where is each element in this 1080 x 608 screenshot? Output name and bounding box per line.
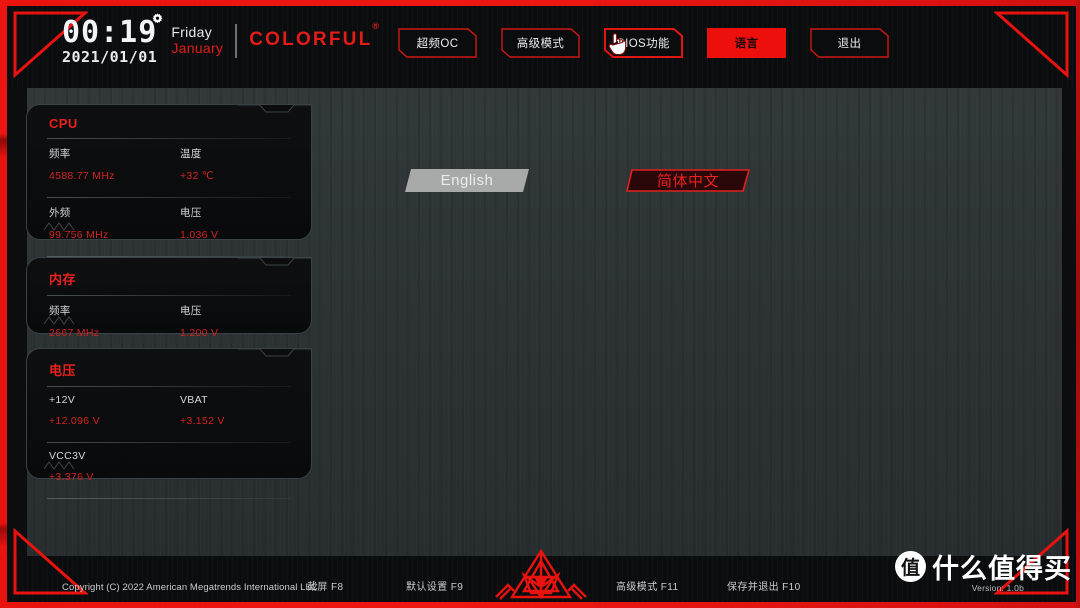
metric-value: 2667 MHz <box>49 327 100 339</box>
metric-value: 1.200 V <box>180 327 219 339</box>
clock-time: 00:19 <box>62 15 158 50</box>
metric-rail-vcc3v: VCC3V +3.376 V <box>27 450 158 483</box>
metric-value: 99.756 MHz <box>49 229 109 241</box>
metric-value: 4588.77 MHz <box>49 170 115 182</box>
panel-title: 内存 <box>49 272 76 287</box>
weekday-month-block: Friday January <box>171 24 223 56</box>
metric-label: 外频 <box>49 207 71 219</box>
bios-version-label: Version: 1.0b <box>971 583 1024 593</box>
metric-memory-voltage: 电压 1.200 V <box>158 303 289 339</box>
panel-cpu: CPU 频率 4588.77 MHz 温度 +32 ℃ 外频 99.756 MH… <box>26 104 312 257</box>
month-label: January <box>171 40 224 57</box>
nav-label: 语言 <box>734 38 759 50</box>
metric-label: VCC3V <box>49 450 86 462</box>
nav-label: 超频OC <box>416 38 459 50</box>
metric-cpu-voltage: 电压 1.036 V <box>158 205 289 241</box>
brand-logo: COLORFUL® <box>249 21 381 51</box>
metric-value: +3.152 V <box>180 415 225 427</box>
metric-value: +3.376 V <box>49 471 94 483</box>
language-option-label: English <box>440 172 494 189</box>
language-options: English 简体中文 <box>405 169 751 192</box>
metric-label: 电压 <box>180 207 202 219</box>
panel-title: CPU <box>49 116 78 131</box>
panel-voltage: 电压 +12V +12.096 V VBAT +3.152 V VCC3V +3… <box>26 348 312 499</box>
nav-label: BIOS功能 <box>617 38 670 50</box>
brand-text: COLORFUL <box>249 29 373 50</box>
panel-row: +12V +12.096 V VBAT +3.152 V <box>27 387 311 427</box>
metric-rail-12v: +12V +12.096 V <box>27 394 158 427</box>
panel-row: 频率 2667 MHz 电压 1.200 V <box>27 296 311 339</box>
nav-label: 高级模式 <box>516 38 565 50</box>
metric-label: 频率 <box>49 305 71 317</box>
metric-label: 频率 <box>49 148 71 160</box>
frame-right-border <box>1076 0 1080 608</box>
nav-button-advanced-mode[interactable]: 高级模式 <box>501 28 580 58</box>
language-option-simplified-chinese[interactable]: 简体中文 <box>625 169 751 192</box>
metric-cpu-frequency: 频率 4588.77 MHz <box>27 146 158 182</box>
metric-cpu-temperature: 温度 +32 ℃ <box>158 146 289 182</box>
left-gutter <box>7 88 27 556</box>
hint-screenshot[interactable]: 截屏 F8 <box>307 578 343 593</box>
metric-rail-vbat: VBAT +3.152 V <box>158 394 289 427</box>
frame-left-border <box>0 0 7 608</box>
metric-label: +12V <box>49 394 76 406</box>
copyright-text: Copyright (C) 2022 American Megatrends I… <box>62 582 318 593</box>
hint-default-settings[interactable]: 默认设置 F9 <box>406 578 463 593</box>
metric-label: 电压 <box>180 305 202 317</box>
clock-date: 2021/01/01 <box>62 48 158 66</box>
colorful-triangle-emblem-icon <box>494 547 588 606</box>
weekday-label: Friday <box>171 24 213 40</box>
panel-row: 频率 4588.77 MHz 温度 +32 ℃ <box>27 139 311 182</box>
panel-memory: 内存 频率 2667 MHz 电压 1.200 V <box>26 257 312 355</box>
clock-brand-block: 00:19 2021/01/01 Friday January COLORFUL… <box>62 13 381 66</box>
gear-icon <box>150 12 165 31</box>
hint-advanced-mode[interactable]: 高级模式 F11 <box>616 578 678 593</box>
nav-button-language[interactable]: 语言 <box>707 28 786 58</box>
metric-value: +12.096 V <box>49 415 100 427</box>
language-option-english[interactable]: English <box>405 169 529 192</box>
nav-label: 退出 <box>837 38 862 50</box>
metric-label: 温度 <box>180 148 202 160</box>
metric-cpu-base-clock: 外频 99.756 MHz <box>27 205 158 241</box>
bios-screen: 00:19 2021/01/01 Friday January COLORFUL… <box>0 0 1080 608</box>
header-divider <box>235 24 238 58</box>
panel-rule <box>47 498 291 499</box>
panel-row: VCC3V +3.376 V <box>27 443 311 483</box>
metric-value: 1.036 V <box>180 229 219 241</box>
hint-save-and-exit[interactable]: 保存并退出 F10 <box>727 578 801 593</box>
panel-title: 电压 <box>49 363 76 378</box>
nav-button-bios-features[interactable]: BIOS功能 <box>604 28 683 58</box>
top-navigation: 超频OC 高级模式 BIOS功能 语言 退出 <box>398 28 889 58</box>
nav-button-exit[interactable]: 退出 <box>810 28 889 58</box>
right-gutter <box>1062 88 1076 556</box>
brand-trademark: ® <box>372 20 382 31</box>
language-option-label: 简体中文 <box>656 173 719 190</box>
metric-memory-frequency: 频率 2667 MHz <box>27 303 158 339</box>
metric-label: VBAT <box>180 394 208 406</box>
nav-button-overclock[interactable]: 超频OC <box>398 28 477 58</box>
panel-row: 外频 99.756 MHz 电压 1.036 V <box>27 198 311 241</box>
metric-value: +32 ℃ <box>180 170 215 182</box>
clock-block: 00:19 2021/01/01 <box>62 13 163 66</box>
